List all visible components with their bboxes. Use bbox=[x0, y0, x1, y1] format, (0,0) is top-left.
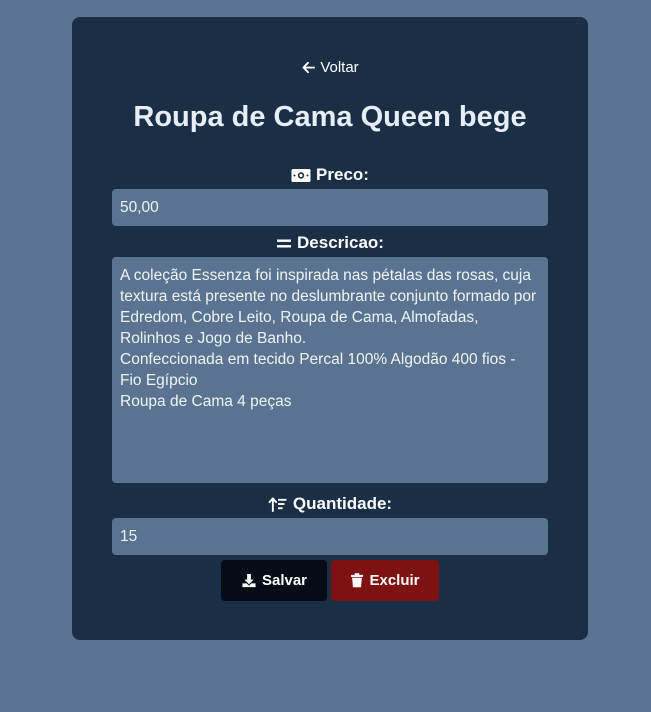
download-icon bbox=[242, 573, 256, 588]
quantity-label: Quantidade: bbox=[72, 494, 588, 514]
description-label: Descricao: bbox=[72, 233, 588, 253]
delete-button-label: Excluir bbox=[369, 572, 420, 589]
page-title: Roupa de Cama Queen bege bbox=[133, 101, 527, 133]
quantity-input[interactable] bbox=[112, 518, 548, 555]
price-label-text: Preco: bbox=[316, 165, 369, 184]
description-textarea[interactable]: A coleção Essenza foi inspirada nas péta… bbox=[112, 257, 548, 483]
price-input[interactable] bbox=[112, 189, 548, 226]
save-button-label: Salvar bbox=[261, 572, 308, 589]
money-bill-icon bbox=[291, 168, 311, 182]
back-link[interactable]: Voltar bbox=[72, 59, 588, 76]
back-link-label: Voltar bbox=[320, 59, 359, 76]
trash-icon bbox=[351, 573, 364, 588]
quantity-label-text: Quantidade: bbox=[292, 494, 393, 513]
arrow-left-icon bbox=[302, 61, 316, 74]
price-label: Preco: bbox=[72, 165, 588, 185]
equals-icon bbox=[277, 239, 292, 247]
delete-button[interactable]: Excluir bbox=[331, 560, 439, 601]
save-button[interactable]: Salvar bbox=[221, 560, 327, 601]
sort-amount-up-icon bbox=[268, 496, 287, 512]
product-edit-card: Voltar Roupa de Cama Queen bege Preco: D… bbox=[72, 17, 588, 640]
description-label-text: Descricao: bbox=[297, 233, 384, 252]
